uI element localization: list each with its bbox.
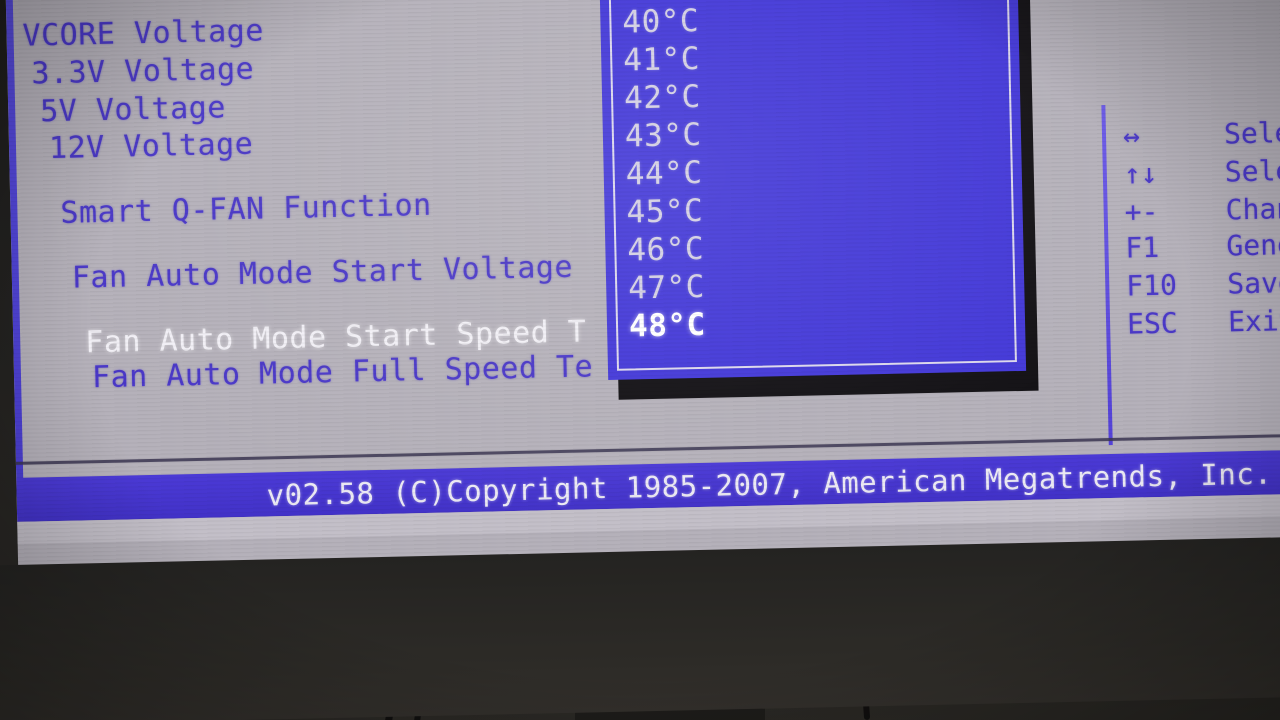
screenshot-photo: CPU Fan Speed Chassis Fan Speed VCORE Vo… (0, 0, 1280, 720)
menu-item-3v3-voltage[interactable]: 3.3V Voltage (31, 52, 254, 92)
dropdown-option[interactable]: 42°C (624, 79, 701, 117)
temperature-dropdown[interactable]: 36°C 37°C 38°C 39°C 40°C 41°C 42°C 43°C … (596, 0, 1027, 380)
bios-screen: CPU Fan Speed Chassis Fan Speed VCORE Vo… (3, 0, 1280, 565)
menu-item-smart-qfan-function[interactable]: Smart Q-FAN Function (60, 188, 432, 231)
menu-item-fan-auto-start-voltage[interactable]: Fan Auto Mode Start Voltage (72, 250, 574, 296)
hotkey-label: Genera (1226, 227, 1280, 263)
dropdown-option[interactable]: 46°C (627, 231, 704, 269)
dropdown-option[interactable]: 45°C (626, 193, 703, 231)
help-pane: ↔ Selec ↑↓ Selec +- Chang F1 Genera F10 (1108, 102, 1280, 437)
dropdown-option[interactable]: 47°C (628, 269, 705, 307)
monitor: CPU Fan Speed Chassis Fan Speed VCORE Vo… (0, 0, 1280, 720)
hotkey-label: Chang (1225, 191, 1280, 227)
dropdown-option[interactable]: 43°C (625, 117, 702, 155)
menu-item-5v-voltage[interactable]: 5V Voltage (40, 90, 226, 129)
hotkey-f10: F10 (1125, 268, 1178, 303)
hotkey-label: Selec (1223, 115, 1280, 151)
menu-item-fan-auto-full-speed-temp[interactable]: Fan Auto Mode Full Speed Te (92, 349, 594, 395)
monitor-bezel-bottom (0, 535, 1280, 720)
menu-item-12v-voltage[interactable]: 12V Voltage (49, 127, 254, 166)
hotkey-up-down-arrow-icon: ↑↓ (1123, 156, 1158, 191)
hotkey-label: Exit (1227, 303, 1280, 339)
dropdown-option[interactable]: 40°C (622, 3, 699, 41)
dropdown-option[interactable]: 39°C (621, 0, 698, 3)
dropdown-option-selected[interactable]: 48°C (629, 307, 706, 345)
hotkey-label: Save a (1226, 265, 1280, 301)
hotkey-f1: F1 (1125, 230, 1160, 265)
menu-item-vcore-voltage[interactable]: VCORE Voltage (22, 13, 264, 53)
hotkey-esc: ESC (1126, 306, 1179, 341)
dropdown-option[interactable]: 41°C (623, 41, 700, 79)
hotkey-left-right-arrow-icon: ↔ (1122, 119, 1141, 153)
hotkey-plus-minus-icon: +- (1124, 194, 1159, 229)
hotkey-label: Selec (1224, 153, 1280, 189)
dropdown-option[interactable]: 44°C (625, 155, 702, 193)
